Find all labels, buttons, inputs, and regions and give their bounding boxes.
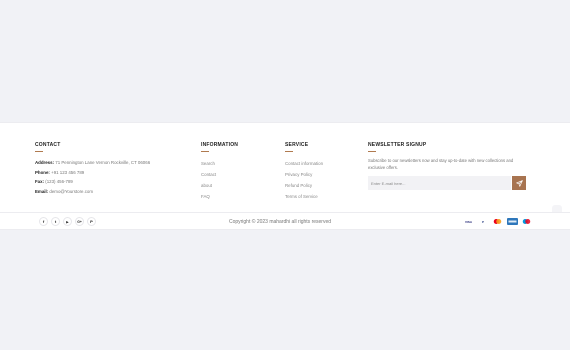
information-column: INFORMATION Search Contact about FAQ	[201, 141, 271, 202]
address-value: 71 Pennington Lane Vernon Rockville, CT …	[55, 160, 151, 165]
payment-methods: VISA P	[463, 218, 532, 225]
service-column: SERVICE Contact information Privacy Poli…	[285, 141, 355, 202]
email-value[interactable]: demo@Yourstore.com	[49, 189, 93, 194]
newsletter-column: NEWSLETTER SIGNUP Subscribe to our newsl…	[368, 141, 533, 190]
service-link-terms-of-service[interactable]: Terms of Service	[285, 191, 355, 202]
info-link-about[interactable]: about	[201, 180, 271, 191]
paypal-label: P	[481, 219, 484, 224]
paypal-icon: P	[477, 218, 489, 225]
service-link-refund-policy[interactable]: Refund Policy	[285, 180, 355, 191]
service-links: Contact information Privacy Policy Refun…	[285, 158, 355, 202]
send-icon	[515, 179, 523, 187]
footer-bottom: f t ▶ G+ P Copyright © 2023 mahardhi all…	[0, 212, 570, 230]
newsletter-description: Subscribe to our newsletters now and sta…	[368, 158, 514, 170]
info-link-contact[interactable]: Contact	[201, 169, 271, 180]
email-line: Email: demo@Yourstore.com	[35, 187, 195, 197]
newsletter-email-input[interactable]	[368, 176, 511, 190]
info-link-search[interactable]: Search	[201, 158, 271, 169]
service-link-privacy-policy[interactable]: Privacy Policy	[285, 169, 355, 180]
contact-heading: CONTACT	[35, 142, 61, 148]
heading-underline	[285, 151, 293, 152]
information-heading: INFORMATION	[201, 142, 239, 148]
contact-column: CONTACT Address: 71 Pennington Lane Vern…	[35, 141, 195, 196]
heading-underline	[35, 151, 43, 152]
maestro-icon	[521, 218, 532, 225]
newsletter-submit-button[interactable]	[512, 176, 526, 190]
newsletter-heading: NEWSLETTER SIGNUP	[368, 142, 427, 148]
fax-line: Fax: (123) 456-789	[35, 177, 195, 187]
phone-label: Phone:	[35, 169, 50, 175]
heading-underline	[201, 151, 209, 152]
visa-icon: VISA	[463, 218, 474, 225]
service-heading: SERVICE	[285, 142, 309, 148]
heading-underline	[368, 151, 376, 152]
fax-value: (123) 456-789	[45, 179, 73, 184]
email-label: Email:	[35, 188, 49, 194]
phone-line: Phone: +91 123 456 789	[35, 168, 195, 178]
service-link-contact-information[interactable]: Contact information	[285, 158, 355, 169]
info-link-faq[interactable]: FAQ	[201, 191, 271, 202]
address-label: Address:	[35, 160, 55, 165]
footer-main: CONTACT Address: 71 Pennington Lane Vern…	[0, 122, 570, 215]
information-links: Search Contact about FAQ	[201, 158, 271, 202]
mastercard-icon	[492, 218, 503, 225]
phone-value[interactable]: +91 123 456 789	[51, 170, 84, 175]
visa-label: VISA	[464, 219, 472, 224]
address-line: Address: 71 Pennington Lane Vernon Rockv…	[35, 158, 195, 168]
fax-label: Fax:	[35, 179, 45, 184]
amex-icon	[506, 218, 518, 225]
newsletter-form	[368, 176, 526, 190]
